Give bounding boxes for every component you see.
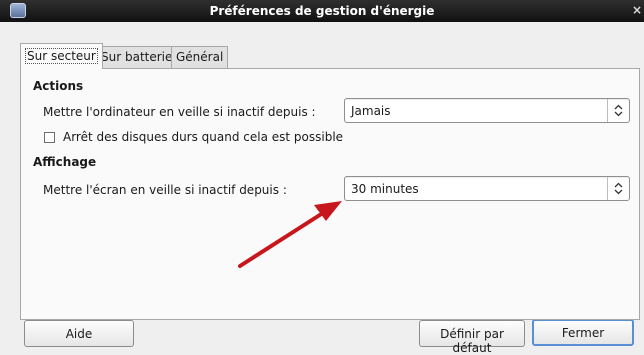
sleep-computer-value: Jamais [351,104,391,118]
combo-arrows-icon [607,99,629,122]
tab-label: Sur batterie [101,50,173,64]
help-button[interactable]: Aide [24,320,134,347]
disks-checkbox[interactable] [44,132,55,143]
tab-sur-batterie[interactable]: Sur batterie [96,46,178,68]
section-actions-heading: Actions [33,79,84,93]
section-display-heading: Affichage [33,155,97,169]
set-default-button[interactable]: Définir par défaut [419,320,525,355]
sleep-computer-combo[interactable]: Jamais [344,98,630,123]
tab-label: Sur secteur [25,48,98,64]
screen-sleep-combo[interactable]: 30 minutes [344,176,630,201]
screen-sleep-label: Mettre l'écran en veille si inactif depu… [43,183,287,197]
tab-panel: Actions Mettre l'ordinateur en veille si… [20,68,640,320]
combo-arrows-icon [607,177,629,200]
tab-sur-secteur[interactable]: Sur secteur [20,43,103,69]
title-bar: Préférences de gestion d'énergie × [0,0,644,22]
close-icon[interactable]: × [632,3,642,17]
close-button[interactable]: Fermer [532,319,634,346]
tab-general[interactable]: Général [171,46,229,68]
disks-checkbox-label[interactable]: Arrêt des disques durs quand cela est po… [63,130,343,144]
sleep-computer-label: Mettre l'ordinateur en veille si inactif… [43,105,316,119]
screen-sleep-value: 30 minutes [351,182,419,196]
tab-label: Général [176,50,224,64]
window-title: Préférences de gestion d'énergie [209,4,435,18]
